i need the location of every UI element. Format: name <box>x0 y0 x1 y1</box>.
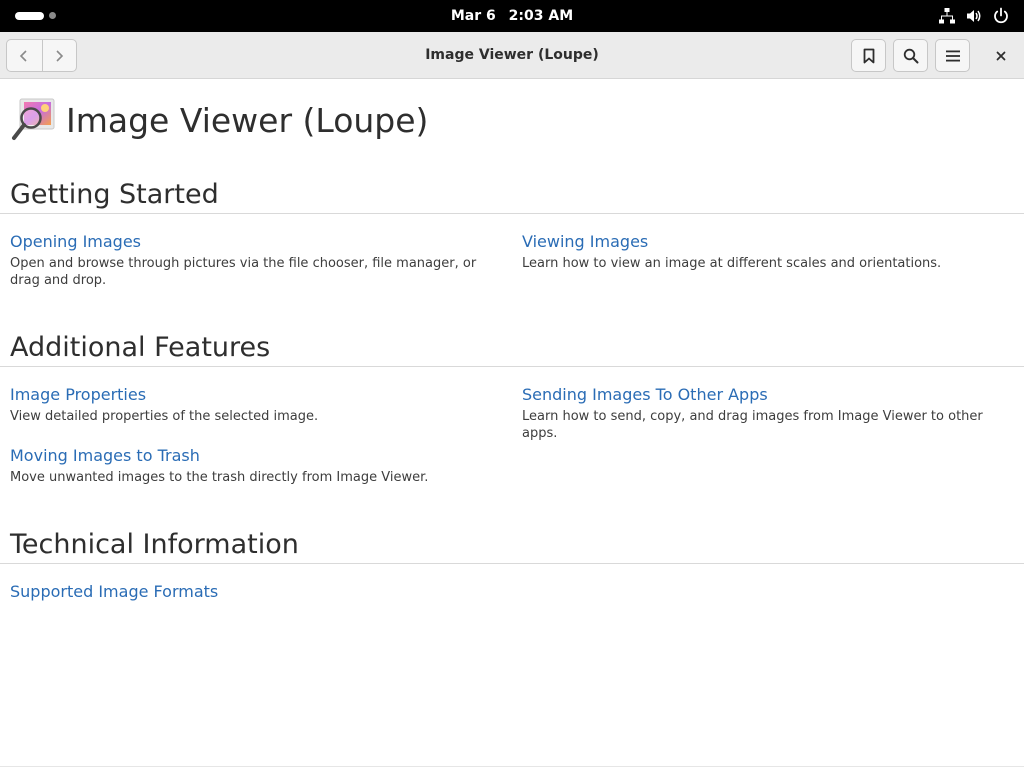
back-button[interactable] <box>7 40 42 71</box>
image-viewer-app-icon <box>10 96 58 144</box>
help-page: Image Viewer (Loupe) Getting Started Ope… <box>0 80 1024 768</box>
date-label: Mar 6 <box>450 8 496 24</box>
back-arrow-icon <box>20 49 27 62</box>
header-bar: Image Viewer (Loupe) <box>0 32 1024 79</box>
section-title-additional-features: Additional Features <box>10 332 271 363</box>
search-icon <box>903 48 918 63</box>
window-bottom-edge <box>0 766 1024 767</box>
desc-opening-images: Open and browse through pictures via the… <box>10 256 477 288</box>
forward-arrow-icon <box>56 49 64 62</box>
power-icon <box>994 7 1008 24</box>
close-icon <box>996 51 1005 60</box>
forward-button[interactable] <box>41 40 77 71</box>
desc-image-properties: View detailed properties of the selected… <box>10 409 319 424</box>
link-moving-images-to-trash[interactable]: Moving Images to Trash <box>10 446 200 465</box>
search-button[interactable] <box>893 39 928 72</box>
desc-sending-images-to-other-apps: Learn how to send, copy, and drag images… <box>522 409 983 441</box>
link-opening-images[interactable]: Opening Images <box>10 232 141 251</box>
bookmark-button[interactable] <box>851 39 886 72</box>
section-title-technical-information: Technical Information <box>10 529 299 560</box>
link-supported-image-formats[interactable]: Supported Image Formats <box>10 582 218 601</box>
link-image-properties[interactable]: Image Properties <box>10 385 146 404</box>
link-viewing-images[interactable]: Viewing Images <box>522 232 648 251</box>
bookmark-icon <box>863 48 874 63</box>
network-icon <box>939 8 955 24</box>
section-divider <box>0 213 1024 214</box>
desc-viewing-images: Learn how to view an image at different … <box>522 256 942 271</box>
link-sending-images-to-other-apps[interactable]: Sending Images To Other Apps <box>522 385 768 404</box>
section-divider <box>0 563 1024 564</box>
volume-icon <box>967 10 981 22</box>
system-tray[interactable] <box>938 7 1010 25</box>
clock[interactable]: Mar 6 2:03 AM <box>0 0 1024 32</box>
page-header: Image Viewer (Loupe) <box>10 90 428 150</box>
section-divider <box>0 366 1024 367</box>
hamburger-menu-icon <box>945 50 960 61</box>
main-menu-button[interactable] <box>935 39 970 72</box>
close-button[interactable] <box>985 39 1016 72</box>
section-title-getting-started: Getting Started <box>10 179 219 210</box>
system-top-bar: Mar 6 2:03 AM <box>0 0 1024 32</box>
time-label: 2:03 AM <box>508 8 574 24</box>
desc-moving-images-to-trash: Move unwanted images to the trash direct… <box>10 470 429 485</box>
page-title: Image Viewer (Loupe) <box>66 100 429 140</box>
navigation-buttons <box>6 39 77 72</box>
